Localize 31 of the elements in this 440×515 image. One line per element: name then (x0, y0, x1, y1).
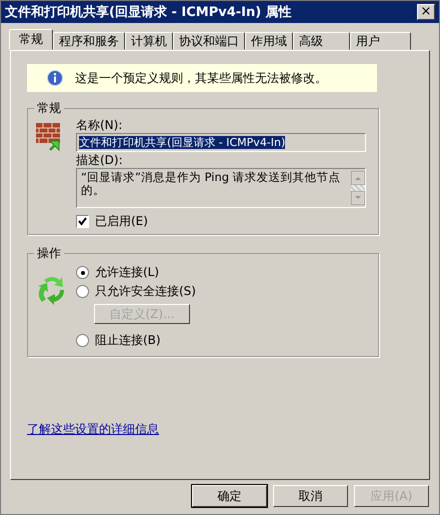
details-link[interactable]: 了解这些设置的详细信息 (27, 421, 159, 438)
radio-button[interactable] (76, 266, 89, 279)
info-icon (47, 70, 63, 86)
group-title: 常规 (36, 100, 62, 117)
name-field[interactable]: 文件和打印机共享(回显请求 - ICMPv4-In) (76, 133, 366, 152)
scroll-down-icon[interactable] (351, 191, 365, 205)
tab[interactable]: 协议和端口 (173, 32, 245, 50)
scrollbar[interactable] (351, 171, 365, 205)
radio-label: 允许连接(L) (95, 264, 160, 281)
enabled-label: 已启用(E) (95, 213, 148, 230)
radio-label: 阻止连接(B) (95, 332, 161, 349)
tab[interactable]: 程序和服务 (53, 32, 125, 50)
info-text: 这是一个预定义规则，其某些属性无法被修改。 (75, 70, 327, 86)
close-button[interactable]: × (417, 4, 435, 20)
group-title: 操作 (36, 245, 62, 262)
tab[interactable]: 高级 (293, 32, 350, 50)
tab[interactable]: 常规 (9, 29, 53, 50)
description-field[interactable]: “回显请求”消息是作为 Ping 请求发送到其他节点的。 (76, 168, 366, 208)
tab[interactable]: 用户 (350, 32, 411, 50)
dialog-button[interactable]: 确定 (192, 485, 267, 507)
window-title: 文件和打印机共享(回显请求 - ICMPv4-In) 属性 (5, 4, 292, 21)
radio-button[interactable] (76, 334, 89, 347)
radio-label: 只允许安全连接(S) (95, 283, 196, 300)
dialog-button[interactable]: 取消 (273, 485, 348, 507)
tab[interactable]: 作用域 (245, 32, 293, 50)
radio-button[interactable] (76, 285, 89, 298)
name-label: 名称(N): (76, 117, 122, 133)
scroll-up-icon[interactable] (351, 171, 365, 185)
description-label: 描述(D): (76, 152, 123, 168)
enabled-checkbox[interactable] (76, 215, 89, 228)
tab[interactable]: 计算机 (125, 32, 173, 50)
